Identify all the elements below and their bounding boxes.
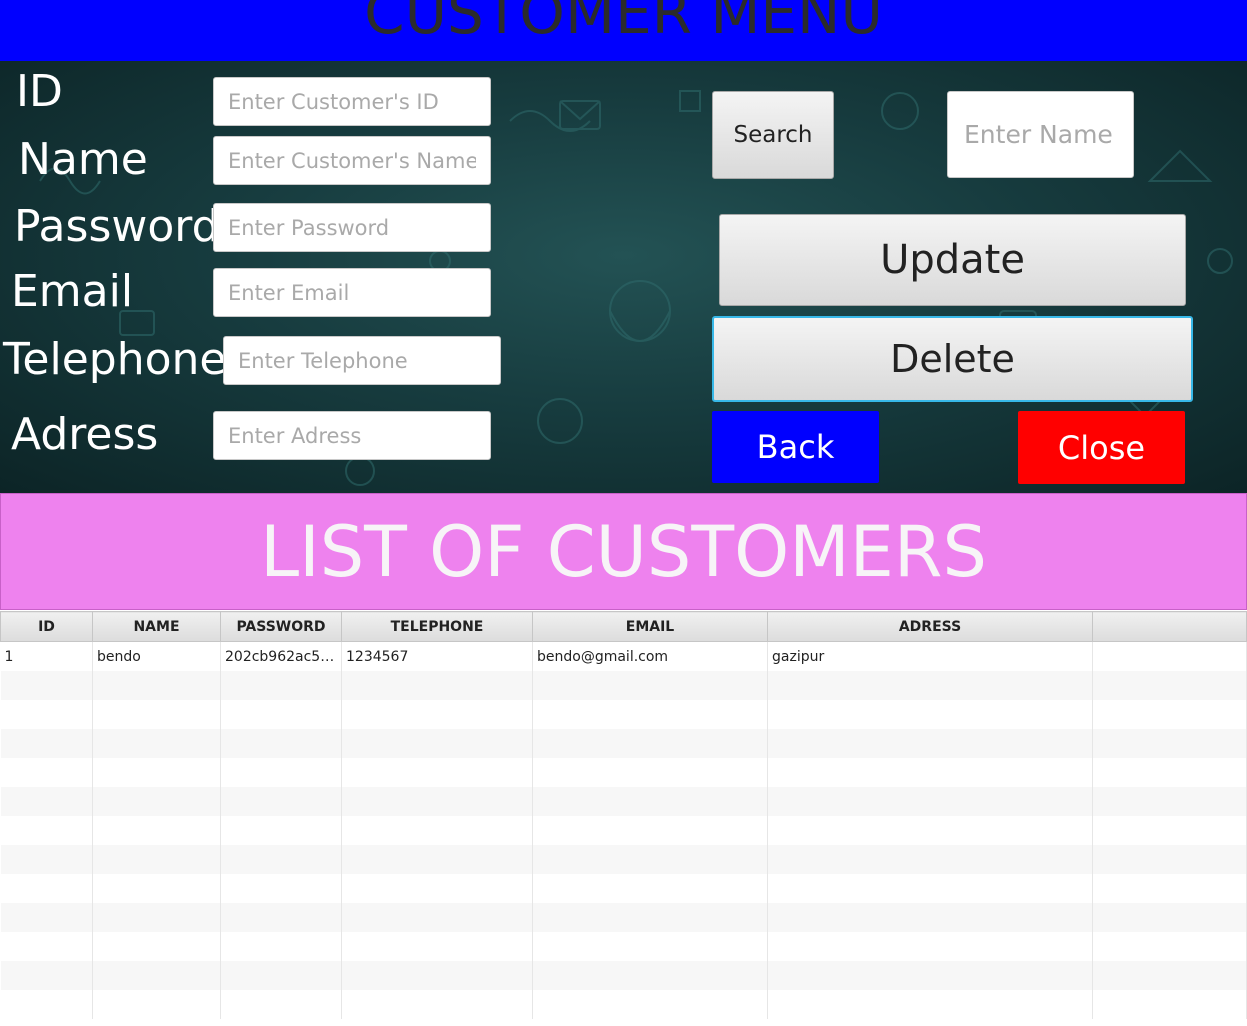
column-header-email[interactable]: EMAIL xyxy=(532,611,768,642)
password-label: Password xyxy=(14,201,220,252)
header-bar: CUSTOMER MENU xyxy=(0,0,1247,61)
column-header-address[interactable]: ADRESS xyxy=(767,611,1093,642)
empty-table-row xyxy=(0,758,1247,787)
empty-table-row xyxy=(0,903,1247,932)
column-header-password[interactable]: PASSWORD xyxy=(220,611,342,642)
address-input[interactable] xyxy=(213,411,491,460)
empty-table-row xyxy=(0,990,1247,1019)
empty-table-row xyxy=(0,816,1247,845)
search-name-input[interactable] xyxy=(947,91,1134,178)
customers-table-container[interactable]: ID NAME PASSWORD TELEPHONE EMAIL ADRESS … xyxy=(0,611,1247,1026)
empty-table-row xyxy=(0,845,1247,874)
customer-form-panel: ID Name Password Email Telephone Adress … xyxy=(0,61,1247,493)
empty-table-row xyxy=(0,671,1247,700)
column-header-telephone[interactable]: TELEPHONE xyxy=(341,611,533,642)
address-label: Adress xyxy=(11,409,159,460)
telephone-input[interactable] xyxy=(223,336,501,385)
name-label: Name xyxy=(18,134,148,185)
cell-filler xyxy=(1092,641,1247,671)
customer-id-input[interactable] xyxy=(213,77,491,126)
column-header-name[interactable]: NAME xyxy=(92,611,221,642)
empty-table-row xyxy=(0,700,1247,729)
id-label: ID xyxy=(16,66,63,117)
password-input[interactable] xyxy=(213,203,491,252)
cell-email: bendo@gmail.com xyxy=(532,641,768,671)
list-title-banner: LIST OF CUSTOMERS xyxy=(0,493,1247,610)
cell-telephone: 1234567 xyxy=(341,641,533,671)
customer-name-input[interactable] xyxy=(213,136,491,185)
column-header-id[interactable]: ID xyxy=(0,611,93,642)
empty-table-row xyxy=(0,729,1247,758)
delete-button[interactable]: Delete xyxy=(712,316,1193,402)
empty-table-row xyxy=(0,932,1247,961)
table-row[interactable]: 1 bendo 202cb962ac59... 1234567 bendo@gm… xyxy=(0,641,1247,671)
cell-id: 1 xyxy=(0,641,93,671)
list-title: LIST OF CUSTOMERS xyxy=(260,510,987,593)
cell-password: 202cb962ac59... xyxy=(220,641,342,671)
update-button[interactable]: Update xyxy=(719,214,1186,306)
close-button[interactable]: Close xyxy=(1018,411,1185,484)
column-header-filler xyxy=(1092,611,1247,642)
email-label: Email xyxy=(11,266,134,317)
page-title: CUSTOMER MENU xyxy=(364,0,883,47)
back-button[interactable]: Back xyxy=(712,411,879,483)
empty-table-row xyxy=(0,787,1247,816)
telephone-label: Telephone xyxy=(3,334,227,385)
search-button[interactable]: Search xyxy=(712,91,834,179)
table-header-row: ID NAME PASSWORD TELEPHONE EMAIL ADRESS xyxy=(0,611,1247,642)
cell-address: gazipur xyxy=(767,641,1093,671)
email-input[interactable] xyxy=(213,268,491,317)
empty-table-row xyxy=(0,961,1247,990)
cell-name: bendo xyxy=(92,641,221,671)
empty-table-row xyxy=(0,874,1247,903)
customers-table: ID NAME PASSWORD TELEPHONE EMAIL ADRESS … xyxy=(0,611,1247,1019)
